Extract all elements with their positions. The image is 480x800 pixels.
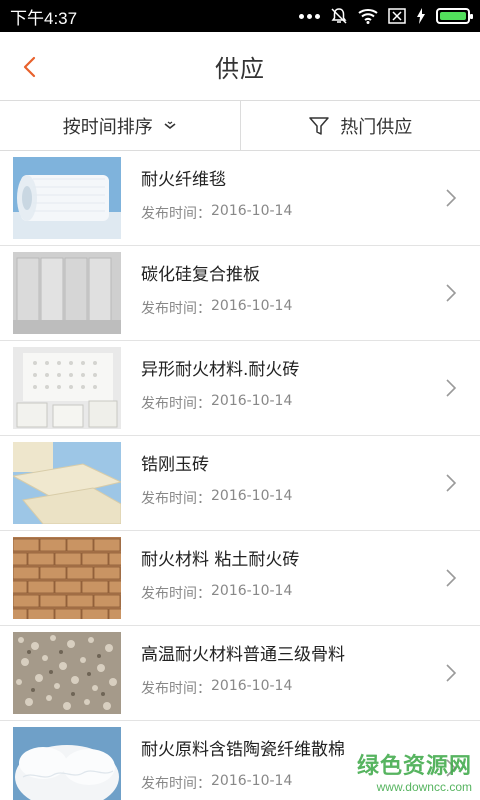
date-prefix: 发布时间： bbox=[141, 586, 211, 602]
hot-supply-label: 热门供应 bbox=[340, 116, 413, 138]
chevron-right-icon bbox=[446, 569, 457, 587]
item-date: 2016-10-14 bbox=[211, 393, 293, 409]
battery-icon bbox=[436, 8, 473, 24]
chevron-right-icon bbox=[446, 664, 457, 682]
bell-muted-icon bbox=[331, 8, 347, 24]
fiber-bulk-thumbnail bbox=[13, 727, 121, 800]
zirconia-corundum-brick-thumbnail bbox=[13, 442, 121, 524]
item-title: 锆刚玉砖 bbox=[141, 455, 209, 475]
item-title: 耐火原料含锆陶瓷纤维散棉 bbox=[141, 740, 345, 760]
chevron-down-icon bbox=[164, 121, 176, 129]
date-prefix: 发布时间： bbox=[141, 491, 211, 507]
funnel-icon bbox=[309, 116, 329, 135]
list-item[interactable]: 耐火材料 粘土耐火砖 发布时间： 2016-10-14 bbox=[0, 531, 480, 626]
item-date: 2016-10-14 bbox=[211, 298, 293, 314]
back-arrow-icon bbox=[23, 56, 36, 78]
status-icons bbox=[299, 7, 473, 25]
item-title: 异形耐火材料.耐火砖 bbox=[141, 360, 300, 380]
list-item[interactable]: 耐火纤维毯 发布时间： 2016-10-14 bbox=[0, 151, 480, 246]
silicon-carbide-plates-thumbnail bbox=[13, 252, 121, 334]
aggregate-thumbnail bbox=[13, 632, 121, 714]
date-prefix: 发布时间： bbox=[141, 681, 211, 697]
ceramic-fiber-blanket-thumbnail bbox=[13, 157, 121, 239]
list-item[interactable]: 锆刚玉砖 发布时间： 2016-10-14 bbox=[0, 436, 480, 531]
app-header: 供应 bbox=[0, 32, 480, 101]
hot-supply-filter[interactable]: 热门供应 bbox=[241, 101, 480, 150]
item-date: 2016-10-14 bbox=[211, 488, 293, 504]
item-title: 高温耐火材料普通三级骨料 bbox=[141, 645, 345, 665]
back-button[interactable] bbox=[14, 49, 44, 85]
item-title: 耐火纤维毯 bbox=[141, 170, 226, 190]
list-item[interactable]: 碳化硅复合推板 发布时间： 2016-10-14 bbox=[0, 246, 480, 341]
list-item[interactable]: 异形耐火材料.耐火砖 发布时间： 2016-10-14 bbox=[0, 341, 480, 436]
watermark-main: 绿色资源网 bbox=[356, 754, 472, 779]
filter-bar: 按时间排序 热门供应 bbox=[0, 101, 480, 151]
chevron-right-icon bbox=[446, 189, 457, 207]
chevron-right-icon bbox=[446, 379, 457, 397]
no-sim-icon bbox=[388, 8, 406, 24]
clay-firebrick-thumbnail bbox=[13, 537, 121, 619]
watermark-url: www.downcc.com bbox=[376, 780, 472, 794]
list-item[interactable]: 高温耐火材料普通三级骨料 发布时间： 2016-10-14 bbox=[0, 626, 480, 721]
date-prefix: 发布时间： bbox=[141, 301, 211, 317]
sort-by-time-dropdown[interactable]: 按时间排序 bbox=[0, 101, 240, 150]
watermark: 绿色资源网 www.downcc.com bbox=[357, 748, 472, 794]
date-prefix: 发布时间： bbox=[141, 206, 211, 222]
wifi-icon bbox=[358, 9, 378, 24]
chevron-right-icon bbox=[446, 474, 457, 492]
charging-icon bbox=[417, 8, 425, 24]
item-date: 2016-10-14 bbox=[211, 583, 293, 599]
sort-label: 按时间排序 bbox=[62, 116, 153, 138]
date-prefix: 发布时间： bbox=[141, 776, 211, 792]
item-title: 碳化硅复合推板 bbox=[141, 265, 260, 285]
item-date: 2016-10-14 bbox=[211, 773, 293, 789]
page-title: 供应 bbox=[215, 54, 265, 83]
status-time: 下午4:37 bbox=[10, 8, 78, 28]
chevron-right-icon bbox=[446, 284, 457, 302]
shaped-refractory-thumbnail bbox=[13, 347, 121, 429]
status-bar: 下午4:37 bbox=[0, 0, 480, 32]
date-prefix: 发布时间： bbox=[141, 396, 211, 412]
more-dots-icon bbox=[299, 13, 320, 19]
item-title: 耐火材料 粘土耐火砖 bbox=[141, 550, 300, 570]
supply-list: 耐火纤维毯 发布时间： 2016-10-14 碳化硅复合推板 发布时间： 2016-… bbox=[0, 151, 480, 800]
item-date: 2016-10-14 bbox=[211, 203, 293, 219]
item-date: 2016-10-14 bbox=[211, 678, 293, 694]
